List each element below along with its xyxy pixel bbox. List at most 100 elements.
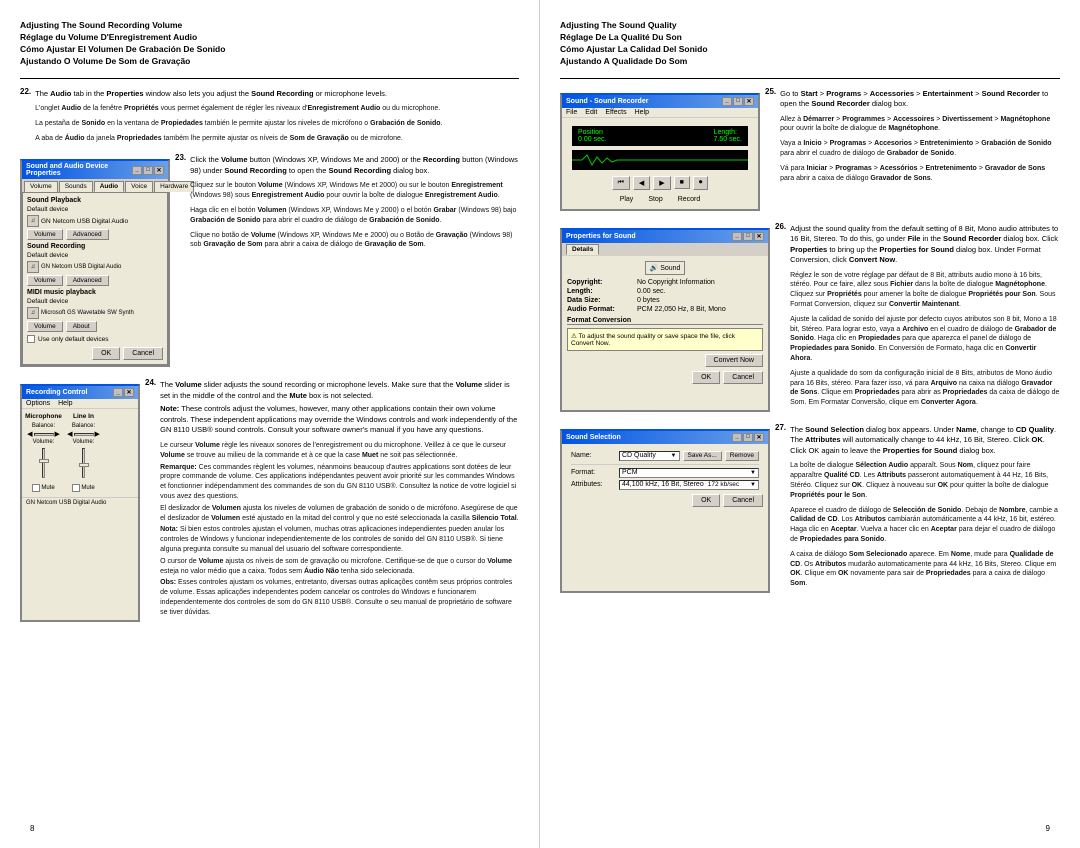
volume-slider[interactable] xyxy=(42,448,45,478)
separator xyxy=(571,464,759,465)
rec-close-btn[interactable]: ✕ xyxy=(744,97,754,106)
step-25: 25. Go to Start > Programs > Accessories… xyxy=(765,87,1060,184)
sound-playback-label: Sound Playback xyxy=(27,197,163,204)
step-23-24-container: 23. Click the Volume button (Windows XP,… xyxy=(175,153,519,373)
dialog-titlebar: Sound and Audio Device Properties _ □ ✕ xyxy=(22,161,168,179)
attrs-dropdown[interactable]: 44,100 kHz, 16 Bit, Stereo 172 kb/sec ▼ xyxy=(619,480,759,490)
line-in-col: Line In Balance: ◀ ▶ Volume: xyxy=(66,413,101,493)
effects-menu[interactable]: Effects xyxy=(605,109,626,116)
props-min-btn[interactable]: _ xyxy=(732,232,742,241)
advanced-btn-1[interactable]: Advanced xyxy=(66,229,109,240)
checkbox-row: Use only default devices xyxy=(27,335,163,343)
conversion-note: ⚠ To adjust the sound quality or save sp… xyxy=(567,328,763,351)
volume-slider-2[interactable] xyxy=(82,448,85,478)
volume-btn[interactable]: Volume xyxy=(27,229,63,240)
recorder-controls: ⏮ ◀ ▶ ■ ⏺ xyxy=(568,172,752,194)
vol-slider-container-2 xyxy=(82,446,85,481)
step-27: 27. The Sound Selection dialog box appea… xyxy=(775,423,1060,589)
right-section-title: Adjusting The Sound Quality Réglage De L… xyxy=(560,20,1060,68)
balance-slider-2[interactable] xyxy=(74,433,94,436)
details-tab[interactable]: Details xyxy=(566,244,599,255)
help-menu-rec[interactable]: Help xyxy=(635,109,649,116)
step27-row: Sound Selection _ □ ✕ Name: CD Quality ▼… xyxy=(560,423,1060,599)
maximize-btn[interactable]: □ xyxy=(143,166,153,175)
file-menu[interactable]: File xyxy=(566,109,577,116)
mute-checkbox[interactable] xyxy=(32,484,40,492)
save-as-btn[interactable]: Save As... xyxy=(683,451,722,461)
device-icon-2: ♫ xyxy=(27,261,39,273)
sound-audio-props-dialog: Sound and Audio Device Properties _ □ ✕ … xyxy=(20,159,170,367)
edit-menu[interactable]: Edit xyxy=(585,109,597,116)
tab-voice[interactable]: Voice xyxy=(125,181,153,192)
rec-max-btn[interactable]: □ xyxy=(733,97,743,106)
sound-icon-label: 🔊 Sound xyxy=(567,261,763,275)
sound-recorder-dialog: Sound - Sound Recorder _ □ ✕ File Edit E… xyxy=(560,93,760,211)
device-icon-3: ♫ xyxy=(27,307,39,319)
audio-format-row: Audio Format: PCM 22,050 Hz, 8 Bit, Mono xyxy=(567,306,763,313)
sel-cancel-btn[interactable]: Cancel xyxy=(723,494,763,507)
back-btn[interactable]: ◀ xyxy=(633,176,650,190)
rewind-btn[interactable]: ⏮ xyxy=(612,176,630,190)
props-max-btn[interactable]: □ xyxy=(743,232,753,241)
recorder-btn-labels: Play Stop Record xyxy=(568,194,752,205)
device-icon-1: ♫ xyxy=(27,215,39,227)
ok-button[interactable]: OK xyxy=(92,347,120,360)
checkbox-label: Use only default devices xyxy=(38,336,108,343)
copyright-row: Copyright: No Copyright Information xyxy=(567,279,763,286)
about-btn[interactable]: About xyxy=(66,321,97,332)
mute-row-2: Mute xyxy=(72,483,94,493)
stop-btn[interactable]: ■ xyxy=(674,176,690,189)
dialogs-row: Sound and Audio Device Properties _ □ ✕ … xyxy=(20,153,519,373)
midi-label: MIDI music playback xyxy=(27,289,163,296)
default-devices-checkbox[interactable] xyxy=(27,335,35,343)
options-menu[interactable]: Options xyxy=(26,400,50,407)
props-cancel-btn[interactable]: Cancel xyxy=(723,371,763,384)
tab-audio[interactable]: Audio xyxy=(94,181,124,192)
format-row: Format: PCM ▼ xyxy=(571,468,759,478)
recording-control-dialog: Recording Control _ ✕ Options Help Micro… xyxy=(20,384,140,621)
tab-volume[interactable]: Volume xyxy=(24,181,58,192)
play-btn[interactable]: ▶ xyxy=(653,176,670,190)
props-ok-btn[interactable]: OK xyxy=(692,371,720,384)
sel-ok-btn[interactable]: OK xyxy=(692,494,720,507)
vol-min-btn[interactable]: _ xyxy=(113,388,123,397)
step-27-text: 27. The Sound Selection dialog box appea… xyxy=(775,423,1060,599)
properties-dialog: Properties for Sound _ □ ✕ Details 🔊 Sou… xyxy=(560,228,770,412)
device-row-5: Default device xyxy=(27,298,163,305)
step-25-text: 25. Go to Start > Programs > Accessories… xyxy=(765,87,1060,217)
volume-btn-2[interactable]: Volume xyxy=(27,275,63,286)
sel-min-btn[interactable]: _ xyxy=(732,433,742,442)
step-22: 22. The Audio tab in the Properties wind… xyxy=(20,87,519,144)
mute-checkbox-2[interactable] xyxy=(72,484,80,492)
dialog-body: Sound Playback Default device ♫ GN Netco… xyxy=(22,192,168,365)
waveform-display xyxy=(572,150,748,170)
help-menu[interactable]: Help xyxy=(58,400,72,407)
attrs-row: Attributes: 44,100 kHz, 16 Bit, Stereo 1… xyxy=(571,480,759,490)
convert-now-btn[interactable]: Convert Now xyxy=(705,354,763,367)
props-close-btn[interactable]: ✕ xyxy=(754,232,764,241)
device-row-1: Default device xyxy=(27,206,163,213)
volume-btn-3[interactable]: Volume xyxy=(27,321,63,332)
cancel-button[interactable]: Cancel xyxy=(123,347,163,360)
sel-close-btn[interactable]: ✕ xyxy=(754,433,764,442)
step-24: 24. The Volume slider adjusts the sound … xyxy=(145,378,519,617)
sel-max-btn[interactable]: □ xyxy=(743,433,753,442)
advanced-btn-2[interactable]: Advanced xyxy=(66,275,109,286)
rec-min-btn[interactable]: _ xyxy=(722,97,732,106)
sel-body: Name: CD Quality ▼ Save As... Remove For… xyxy=(562,444,768,512)
sound-recording-label: Sound Recording xyxy=(27,243,163,250)
vol-ctrl-row: Recording Control _ ✕ Options Help Micro… xyxy=(20,378,519,627)
minimize-btn[interactable]: _ xyxy=(132,166,142,175)
name-dropdown[interactable]: CD Quality ▼ xyxy=(619,451,680,461)
remove-btn[interactable]: Remove xyxy=(725,451,759,461)
format-conversion-label: Format Conversion xyxy=(567,317,763,325)
record-btn[interactable]: ⏺ xyxy=(693,176,709,190)
tab-sounds[interactable]: Sounds xyxy=(59,181,93,192)
format-dropdown[interactable]: PCM ▼ xyxy=(619,468,759,478)
sound-selection-dialog: Sound Selection _ □ ✕ Name: CD Quality ▼… xyxy=(560,429,770,593)
balance-slider[interactable] xyxy=(34,433,54,436)
recorder-body: Position0.00 sec. Length:7.50 sec. ⏮ ◀ ▶… xyxy=(562,118,758,209)
left-section-title: Adjusting The Sound Recording Volume Rég… xyxy=(20,20,519,68)
close-btn[interactable]: ✕ xyxy=(154,166,164,175)
vol-close-btn[interactable]: ✕ xyxy=(124,388,134,397)
